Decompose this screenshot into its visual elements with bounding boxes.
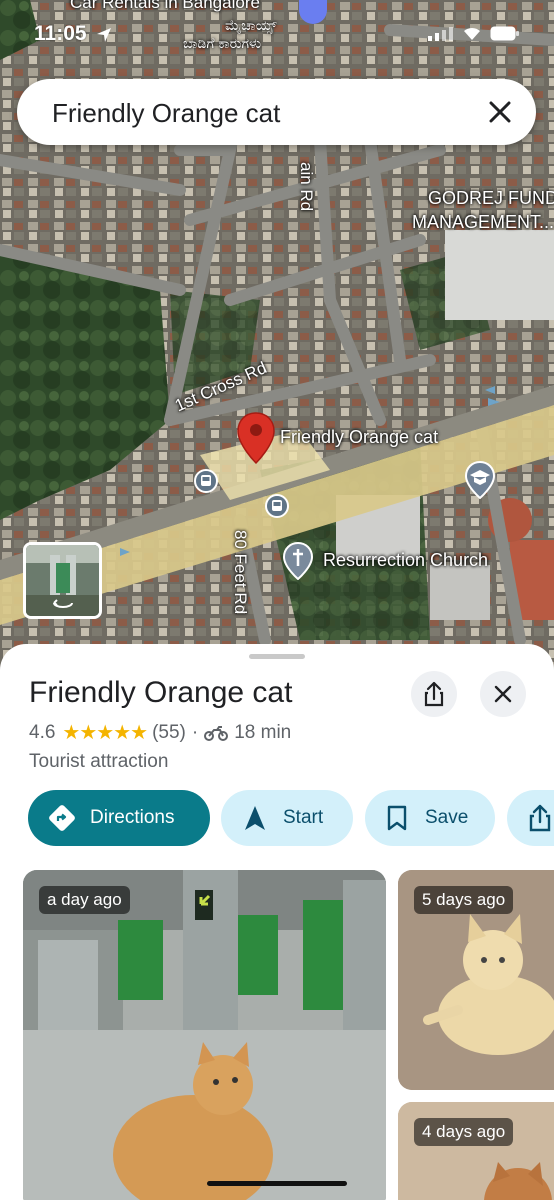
map-view[interactable]: 11:05 Car Rentals in Bangalore ಮೈಚಾಯ್ಸ್ … (0, 0, 554, 700)
start-button[interactable]: Start (221, 790, 353, 846)
map-label-feet-rd: 80 Feet Rd (231, 530, 250, 615)
save-button[interactable]: Save (365, 790, 495, 846)
street-view-thumbnail[interactable] (23, 542, 102, 619)
directions-label: Directions (90, 807, 175, 828)
place-sheet[interactable]: Friendly Orange cat 4.6 ★★★★★ (55) · 18 … (0, 644, 554, 1200)
share-icon (424, 681, 444, 707)
photo-tertiary[interactable]: 4 days ago (398, 1102, 554, 1200)
photo-secondary[interactable]: 5 days ago (398, 870, 554, 1090)
photo-age-badge: 4 days ago (414, 1118, 514, 1146)
directions-icon (49, 805, 75, 831)
photo-age-badge: a day ago (39, 886, 130, 914)
review-count[interactable]: (55) (152, 722, 186, 744)
share-button[interactable] (411, 671, 457, 717)
location-arrow-icon (97, 28, 111, 42)
location-pin-icon[interactable] (236, 411, 276, 465)
rating-row[interactable]: 4.6 ★★★★★ (55) · 18 min (29, 720, 291, 745)
place-category: Tourist attraction (29, 751, 169, 772)
school-marker-icon[interactable] (464, 461, 496, 499)
signal-icon (428, 26, 453, 41)
status-time: 11:05 (34, 22, 87, 45)
travel-time: 18 min (234, 721, 292, 743)
church-marker-icon[interactable] (282, 542, 314, 580)
separator: · (191, 721, 199, 743)
save-label: Save (425, 807, 469, 828)
bus-stop-icon[interactable] (265, 494, 289, 518)
map-label-godrej-1: GODREJ FUND (428, 188, 554, 208)
map-label-godrej-2: MANAGEMENT... (412, 212, 554, 232)
drag-handle[interactable] (249, 654, 305, 659)
battery-icon (490, 26, 519, 41)
start-label: Start (283, 807, 324, 828)
rating-value: 4.6 (29, 721, 56, 743)
top-ad-text-kn-1: ಮೈಚಾಯ್ಸ್ (225, 17, 277, 33)
search-query[interactable]: Friendly Orange cat (52, 98, 280, 129)
directions-button[interactable]: Directions (28, 790, 210, 846)
share-icon (529, 804, 551, 832)
status-icons (428, 26, 520, 41)
top-ad-text-kn-2: ಬಾಡಿಗೆ ಕಾರುಗಳು (183, 35, 262, 51)
search-bar[interactable]: Friendly Orange cat (17, 79, 536, 145)
cat-photo (398, 1102, 554, 1200)
close-icon[interactable] (484, 96, 516, 128)
metro-cat-photo (23, 870, 386, 1200)
top-ad-text: Car Rentals in Bangalore (70, 0, 260, 12)
share-chip-button[interactable] (507, 790, 554, 846)
map-label-church[interactable]: Resurrection Church (323, 550, 488, 571)
bookmark-icon (387, 805, 407, 831)
place-title: Friendly Orange cat (29, 676, 293, 709)
motorbike-icon (204, 725, 229, 741)
photo-main[interactable]: a day ago (23, 870, 386, 1200)
photo-age-badge: 5 days ago (414, 886, 514, 914)
close-sheet-button[interactable] (480, 671, 526, 717)
home-indicator[interactable] (207, 1181, 347, 1186)
bus-stop-icon[interactable] (194, 469, 218, 493)
star-rating: ★★★★★ (62, 722, 148, 744)
navigation-arrow-icon (245, 806, 265, 830)
close-icon (494, 685, 512, 703)
map-pin-label[interactable]: Friendly Orange cat (280, 427, 438, 448)
wifi-icon (464, 27, 480, 40)
map-label-main-rd: ain Rd (297, 162, 316, 212)
